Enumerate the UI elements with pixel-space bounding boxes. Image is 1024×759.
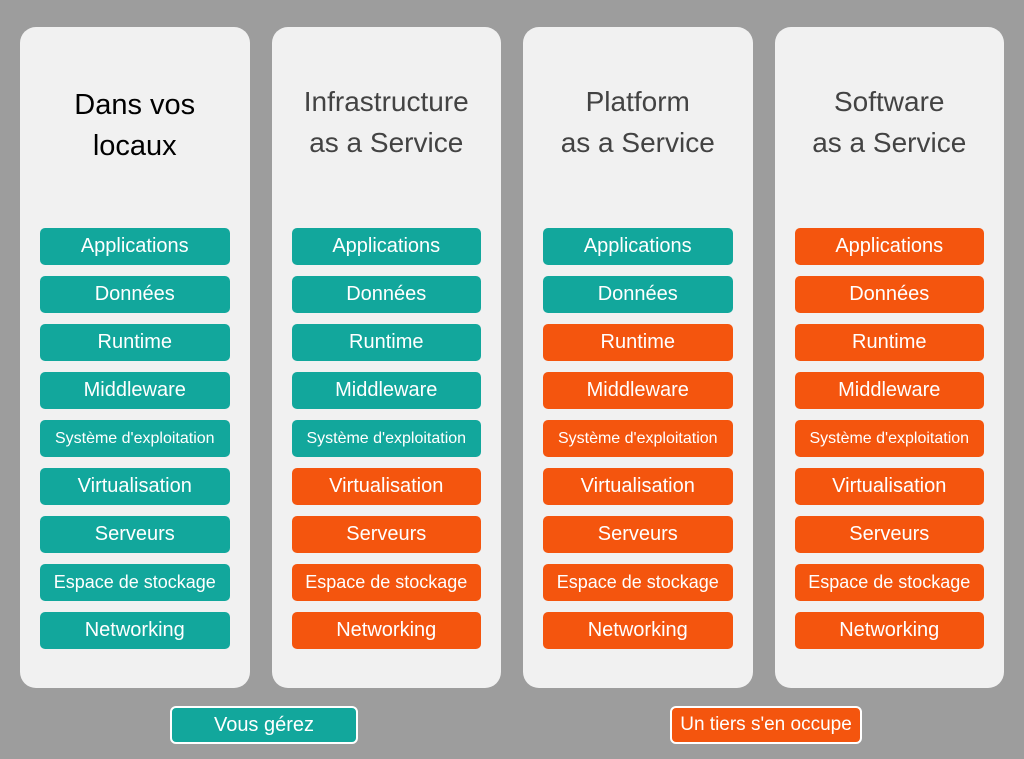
layer-box: Données <box>543 276 733 313</box>
layer-box: Système d'exploitation <box>543 420 733 457</box>
layer-box: Applications <box>543 228 733 265</box>
layer-box: Système d'exploitation <box>794 420 984 457</box>
layer-box: Virtualisation <box>794 468 984 505</box>
layer-box: Applications <box>40 228 230 265</box>
layer-stack-saas: Applications Données Runtime Middleware Syst… <box>794 228 984 649</box>
layer-stack-on-premises: Applications Données Runtime Middleware Syst… <box>40 228 230 649</box>
layer-box: Espace de stockage <box>543 564 733 601</box>
layer-box: Applications <box>291 228 481 265</box>
column-title-paas: Platform as a Service <box>560 86 715 158</box>
layer-box: Espace de stockage <box>291 564 481 601</box>
layer-box: Middleware <box>291 372 481 409</box>
column-title-on-premises: Dans vos locaux <box>74 89 196 162</box>
layer-box: Données <box>291 276 481 313</box>
legend: Vous gérez Un tiers s'en occupe <box>20 706 1004 750</box>
layer-box: Networking <box>291 612 481 649</box>
layer-box: Middleware <box>40 372 230 409</box>
layer-box: Runtime <box>40 324 230 361</box>
layer-box: Runtime <box>794 324 984 361</box>
diagram-canvas: Dans vos locaux Applications Données Runtim… <box>0 0 1024 759</box>
layer-box: Serveurs <box>291 516 481 553</box>
column-title-saas: Software as a Service <box>812 86 967 158</box>
layer-box: Networking <box>40 612 230 649</box>
layer-box: Serveurs <box>543 516 733 553</box>
layer-box: Données <box>40 276 230 313</box>
layer-box: Networking <box>794 612 984 649</box>
layer-box: Middleware <box>794 372 984 409</box>
column-card-paas: Platform as a Service Applications Données… <box>523 27 753 688</box>
layer-box: Espace de stockage <box>794 564 984 601</box>
legend-managed-by-you: Vous gérez <box>170 706 358 744</box>
column-card-on-premises: Dans vos locaux Applications Données Runtim… <box>20 27 250 688</box>
layer-box: Espace de stockage <box>40 564 230 601</box>
layer-box: Système d'exploitation <box>291 420 481 457</box>
layer-box: Virtualisation <box>543 468 733 505</box>
column-title-iaas: Infrastructure as a Service <box>303 86 469 158</box>
layer-box: Networking <box>543 612 733 649</box>
column-card-saas: Software as a Service Applications Données… <box>774 27 1004 688</box>
layer-box: Système d'exploitation <box>40 420 230 457</box>
layer-stack-iaas: Applications Données Runtime Middleware Syst… <box>291 228 481 649</box>
layer-stack-paas: Applications Données Runtime Middleware Syst… <box>543 228 733 649</box>
layer-box: Serveurs <box>794 516 984 553</box>
layer-box: Runtime <box>291 324 481 361</box>
layer-box: Applications <box>794 228 984 265</box>
layer-box: Serveurs <box>40 516 230 553</box>
layer-box: Virtualisation <box>40 468 230 505</box>
legend-managed-by-provider: Un tiers s'en occupe <box>670 706 862 744</box>
layer-box: Données <box>794 276 984 313</box>
layer-box: Virtualisation <box>291 468 481 505</box>
service-model-columns: Dans vos locaux Applications Données Runtim… <box>20 27 1004 688</box>
layer-box: Middleware <box>543 372 733 409</box>
layer-box: Runtime <box>543 324 733 361</box>
column-card-iaas: Infrastructure as a Service Applications D… <box>271 27 501 688</box>
